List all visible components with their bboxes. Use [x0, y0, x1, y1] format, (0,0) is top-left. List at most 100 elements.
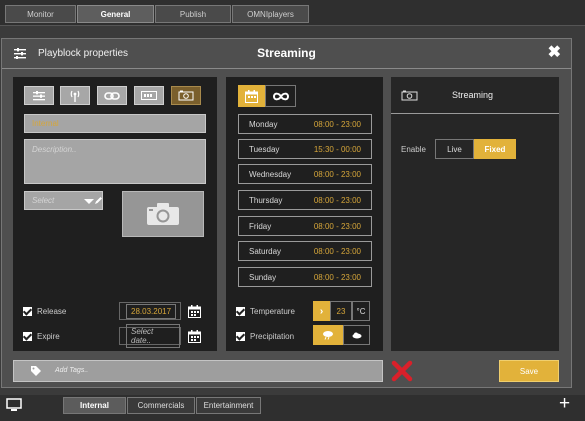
playblock-properties-dialog: Playblock properties Streaming ✖ Interna…	[1, 38, 572, 388]
link-icon	[104, 91, 120, 100]
temperature-checkbox[interactable]	[236, 307, 245, 316]
cloud-icon	[352, 332, 361, 338]
properties-tool-button[interactable]	[24, 86, 54, 105]
schedule-row-thursday[interactable]: Thursday 08:00 - 23:00	[238, 190, 372, 210]
monitor-icon[interactable]	[6, 398, 22, 412]
streaming-panel: Streaming Enable Live Fixed	[391, 77, 559, 351]
bottom-tab-bar: Internal Commercials Entertainment +	[0, 393, 585, 421]
day-label: Saturday	[249, 247, 282, 256]
tab-general[interactable]: General	[77, 5, 154, 23]
schedule-row-sunday[interactable]: Sunday 08:00 - 23:00	[238, 267, 372, 287]
streaming-panel-header: Streaming	[391, 77, 559, 114]
sliders-icon	[33, 90, 45, 100]
schedule-row-wednesday[interactable]: Wednesday 08:00 - 23:00	[238, 164, 372, 184]
temperature-operator-button[interactable]: ›	[313, 301, 330, 321]
expire-calendar-button[interactable]	[185, 327, 204, 345]
time-range: 08:00 - 23:00	[313, 120, 361, 129]
calendar-icon	[188, 329, 201, 343]
day-label: Wednesday	[249, 170, 292, 179]
day-label: Sunday	[249, 273, 277, 282]
schedule-row-tuesday[interactable]: Tuesday 15:30 - 00:00	[238, 139, 372, 159]
tag-icon	[31, 366, 41, 376]
enable-live-option[interactable]: Live	[435, 139, 474, 159]
tab-monitor[interactable]: Monitor	[5, 5, 76, 23]
general-properties-panel: Internal Description.. Select Release 28…	[13, 77, 217, 351]
add-icon[interactable]: +	[559, 393, 570, 415]
chevron-right-icon: ›	[319, 305, 324, 317]
schedule-row-saturday[interactable]: Saturday 08:00 - 23:00	[238, 241, 372, 261]
temperature-value[interactable]: 23	[330, 301, 352, 321]
temperature-checkbox-row[interactable]: Temperature	[236, 307, 295, 316]
day-label: Monday	[249, 120, 278, 129]
day-label: Friday	[249, 222, 272, 231]
temperature-unit[interactable]: °C	[352, 301, 370, 321]
precipitation-rain-button[interactable]	[313, 325, 343, 345]
precipitation-dry-button[interactable]	[343, 325, 370, 345]
broadcast-tool-button[interactable]	[60, 86, 90, 105]
schedule-panel: Monday 08:00 - 23:00 Tuesday 15:30 - 00:00…	[226, 77, 383, 351]
release-label: Release	[37, 307, 67, 316]
streaming-panel-title: Streaming	[452, 90, 494, 100]
release-checkbox-row[interactable]: Release	[23, 307, 66, 316]
image-upload-area[interactable]	[122, 191, 204, 237]
enable-fixed-option[interactable]: Fixed	[474, 139, 516, 159]
release-date-field[interactable]: 28.03.2017	[119, 302, 181, 320]
day-label: Tuesday	[249, 145, 280, 154]
top-tab-bar: Monitor General Publish OMNIplayers	[0, 0, 585, 26]
expire-checkbox-row[interactable]: Expire	[23, 332, 60, 341]
release-calendar-button[interactable]	[185, 302, 204, 320]
dialog-title: Playblock properties	[38, 48, 129, 59]
tab-omniplayers[interactable]: OMNIplayers	[232, 5, 309, 23]
expire-date-placeholder: Select date..	[126, 324, 180, 348]
sliders-icon	[14, 48, 26, 59]
time-range: 08:00 - 23:00	[313, 247, 361, 256]
expire-date-field[interactable]: Select date..	[119, 324, 181, 348]
expire-label: Expire	[37, 332, 60, 341]
tab-entertainment[interactable]: Entertainment	[196, 397, 261, 414]
release-checkbox[interactable]	[23, 307, 32, 316]
tab-publish[interactable]: Publish	[155, 5, 231, 23]
infinity-icon	[272, 92, 289, 100]
precipitation-checkbox-row[interactable]: Precipitation	[236, 332, 294, 341]
schedule-row-monday[interactable]: Monday 08:00 - 23:00	[238, 114, 372, 134]
precipitation-checkbox[interactable]	[236, 332, 245, 341]
time-range: 15:30 - 00:00	[313, 145, 361, 154]
dialog-header: Playblock properties Streaming ✖	[2, 39, 571, 69]
name-input[interactable]: Internal	[24, 114, 206, 133]
time-range: 08:00 - 23:00	[313, 222, 361, 231]
precipitation-label: Precipitation	[250, 332, 295, 341]
category-select[interactable]: Select	[24, 191, 103, 210]
counter-icon	[141, 91, 157, 100]
streaming-tool-button[interactable]	[171, 86, 201, 105]
camera-icon	[401, 90, 418, 101]
calendar-icon	[188, 304, 201, 318]
enable-label: Enable	[401, 145, 426, 154]
schedule-always-button[interactable]	[265, 85, 296, 107]
calendar-icon	[245, 89, 258, 103]
cancel-icon[interactable]	[391, 360, 413, 382]
camera-icon	[147, 203, 179, 225]
save-button[interactable]: Save	[499, 360, 559, 382]
tab-commercials[interactable]: Commercials	[127, 397, 195, 414]
pencil-icon[interactable]	[94, 196, 103, 205]
expire-checkbox[interactable]	[23, 332, 32, 341]
tags-placeholder: Add Tags..	[55, 367, 89, 374]
time-range: 08:00 - 23:00	[313, 196, 361, 205]
camera-icon	[178, 90, 194, 101]
schedule-calendar-button[interactable]	[238, 85, 265, 107]
close-icon[interactable]: ✖	[548, 44, 561, 62]
tags-input[interactable]: Add Tags..	[13, 360, 383, 382]
link-tool-button[interactable]	[97, 86, 127, 105]
day-label: Thursday	[249, 196, 283, 205]
counter-tool-button[interactable]	[134, 86, 164, 105]
time-range: 08:00 - 23:00	[313, 170, 361, 179]
rain-cloud-icon	[323, 331, 333, 340]
chevron-down-icon	[84, 199, 94, 204]
release-date-value: 28.03.2017	[126, 303, 177, 319]
tab-internal[interactable]: Internal	[63, 397, 126, 414]
schedule-row-friday[interactable]: Friday 08:00 - 23:00	[238, 216, 372, 236]
antenna-icon	[70, 90, 80, 102]
description-textarea[interactable]: Description..	[24, 139, 206, 184]
temperature-label: Temperature	[250, 307, 295, 316]
time-range: 08:00 - 23:00	[313, 273, 361, 282]
